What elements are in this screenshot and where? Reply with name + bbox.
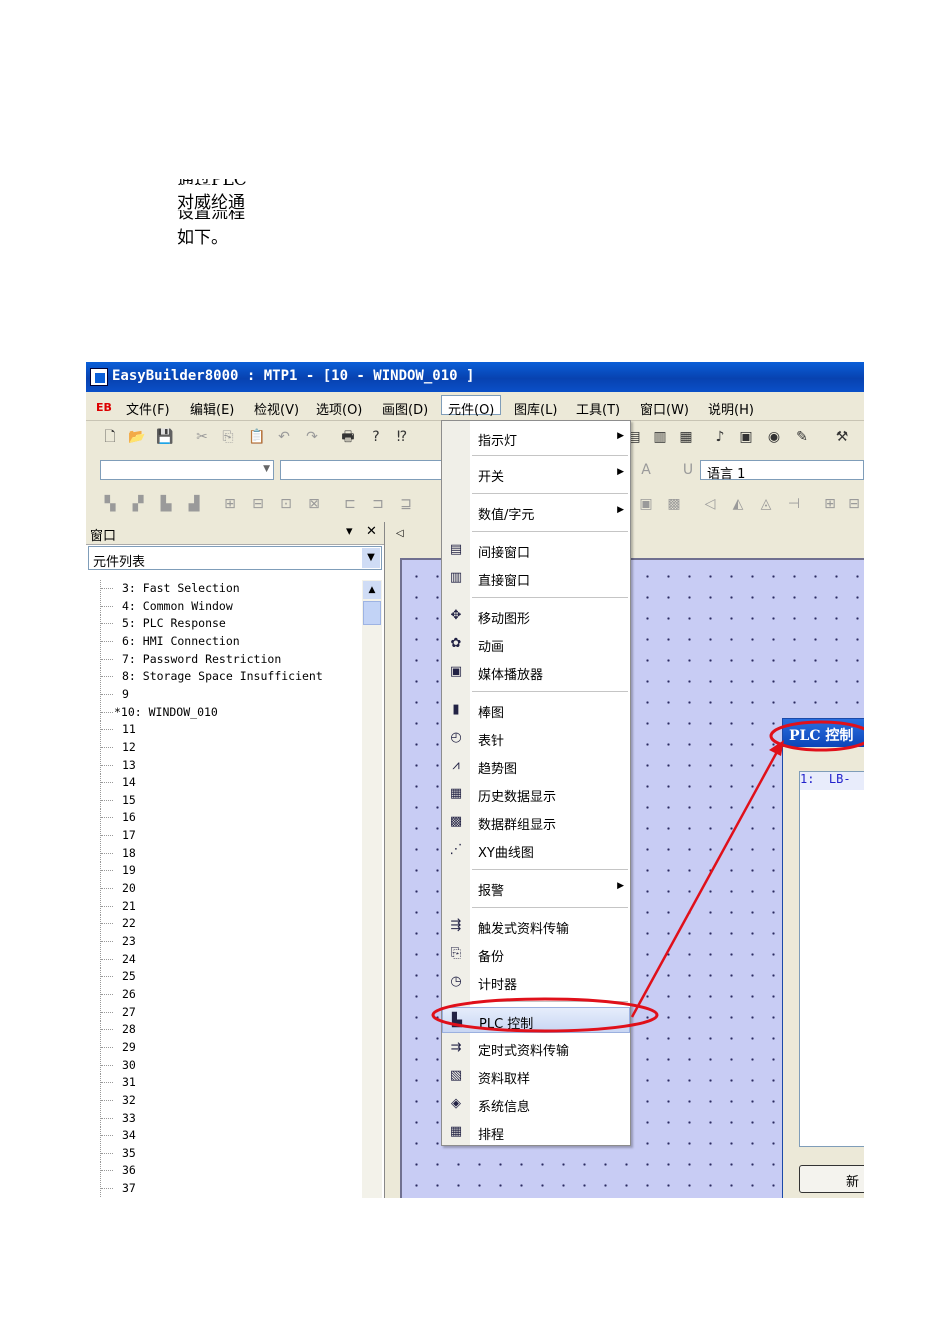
annotation-arrow-line bbox=[630, 749, 780, 1018]
highlight-ellipse-dialog bbox=[769, 720, 864, 752]
doc-text-line4: 如下。 bbox=[177, 228, 228, 248]
doc-text-line2: 对威纶通 bbox=[177, 193, 245, 213]
highlight-ellipse-menu bbox=[431, 997, 659, 1033]
annotation-overlay bbox=[431, 720, 864, 1033]
easybuilder-screenshot: EasyBuilder8000 : MTP1 - [10 - WINDOW_01… bbox=[86, 362, 864, 1198]
doc-text-line1: 通过PLC bbox=[177, 171, 247, 185]
